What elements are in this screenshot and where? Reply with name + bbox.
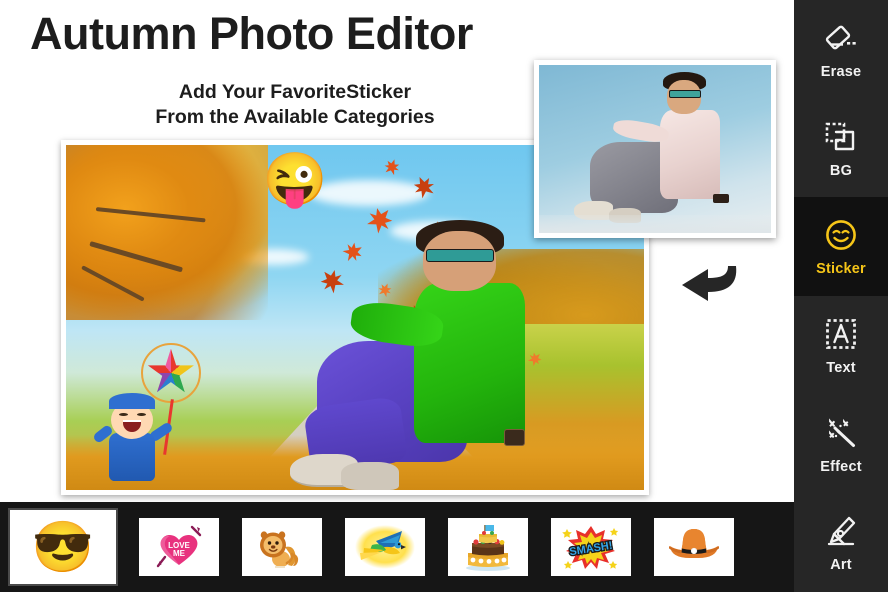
cowboy-hat-icon bbox=[669, 529, 719, 558]
kid-body bbox=[108, 432, 155, 481]
subject-shoe bbox=[340, 462, 400, 490]
sidebar-label-erase: Erase bbox=[820, 63, 862, 80]
background-icon bbox=[822, 118, 860, 156]
cool-sunglasses-emoji-glyph: 😎 bbox=[31, 519, 95, 575]
sticker-thumb-birthday-cake[interactable] bbox=[448, 518, 528, 576]
original-photo-content bbox=[539, 65, 771, 233]
sticker-thumb-smash[interactable]: SMASH! SMASH! bbox=[551, 518, 631, 576]
magic-wand-icon bbox=[822, 414, 860, 452]
subject-sunglasses bbox=[425, 248, 494, 263]
smash-comic-icon: SMASH! SMASH! bbox=[562, 526, 619, 569]
sidebar-label-text: Text bbox=[826, 359, 856, 376]
autumn-tree-left bbox=[66, 145, 268, 320]
eraser-icon bbox=[822, 19, 860, 57]
sidebar-item-sticker[interactable]: Sticker bbox=[794, 197, 888, 297]
original-ground bbox=[539, 214, 771, 233]
page-title: Autumn Photo Editor bbox=[30, 8, 473, 59]
fountain-pen-icon bbox=[822, 512, 860, 550]
subtitle-line-2: From the Available Categories bbox=[155, 106, 435, 128]
maple-leaf bbox=[382, 157, 402, 177]
original-torso bbox=[659, 110, 720, 200]
sticker-thumb-cool-emoji[interactable]: 😎 bbox=[8, 508, 118, 586]
curved-back-arrow-icon bbox=[676, 262, 740, 306]
canvas-sticker-winking-emoji[interactable]: 😜 bbox=[263, 152, 328, 208]
sidebar-item-bg[interactable]: BG bbox=[794, 99, 888, 198]
sticker-thumb-love-me-heart[interactable]: LOVE ME bbox=[139, 518, 219, 576]
sticker-thumb-cowboy-hat[interactable] bbox=[654, 518, 734, 576]
kid-eye bbox=[136, 412, 146, 416]
subject-wristwatch bbox=[503, 429, 526, 446]
sidebar-item-effect[interactable]: Effect bbox=[794, 395, 888, 494]
smiley-icon bbox=[822, 216, 860, 254]
svg-text:ME: ME bbox=[173, 549, 186, 558]
text-a-icon bbox=[822, 315, 860, 353]
sticker-thumb-lion[interactable] bbox=[242, 518, 322, 576]
sidebar-item-erase[interactable]: Erase bbox=[794, 0, 888, 99]
sidebar-label-effect: Effect bbox=[820, 458, 862, 475]
parrot-icon bbox=[355, 525, 415, 569]
kid-cap bbox=[108, 392, 155, 409]
canvas-sticker-kite-boy[interactable] bbox=[91, 337, 215, 487]
original-wristwatch bbox=[713, 194, 730, 203]
sticker-thumb-parrot[interactable] bbox=[345, 518, 425, 576]
subtitle-block: Add Your FavoriteSticker From the Availa… bbox=[60, 80, 530, 130]
sidebar-label-sticker: Sticker bbox=[816, 261, 866, 278]
app-root: Autumn Photo Editor Add Your FavoriteSti… bbox=[0, 0, 888, 592]
sidebar-label-bg: BG bbox=[829, 162, 853, 179]
subtitle-line-1: Add Your FavoriteSticker bbox=[178, 81, 412, 103]
birthday-cake-icon bbox=[466, 525, 510, 571]
original-sunglasses bbox=[668, 90, 702, 98]
love-me-heart-icon: LOVE ME bbox=[156, 525, 202, 568]
sidebar-item-art[interactable]: Art bbox=[794, 493, 888, 592]
sidebar-item-text[interactable]: Text bbox=[794, 296, 888, 395]
lion-icon bbox=[260, 531, 299, 568]
sticker-thumbnail-bar: 😎 LOVE ME SMASH! SMASH! bbox=[0, 502, 794, 592]
kid-eye bbox=[118, 412, 128, 416]
subject-torso bbox=[413, 283, 526, 444]
original-photo-preview[interactable] bbox=[534, 60, 776, 238]
tool-sidebar: Erase BG Sticker Text Effect Art bbox=[794, 0, 888, 592]
sidebar-label-art: Art bbox=[830, 557, 852, 574]
photo-subject-person bbox=[289, 214, 540, 490]
